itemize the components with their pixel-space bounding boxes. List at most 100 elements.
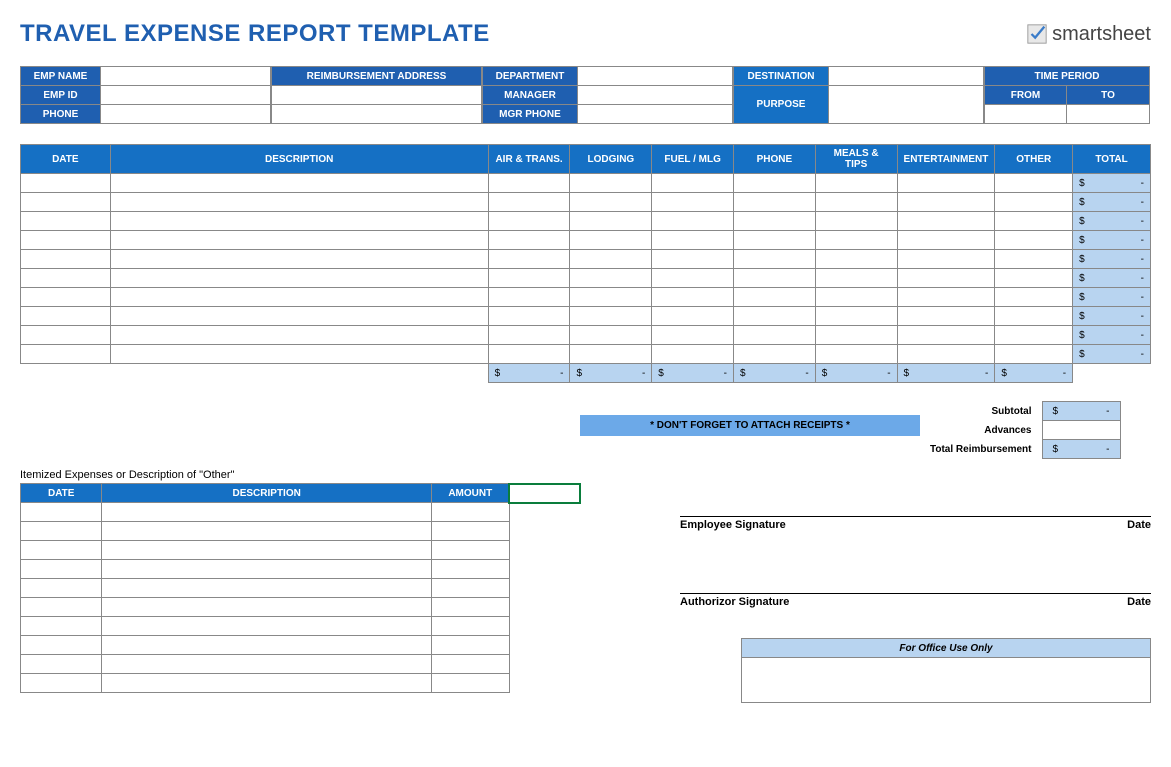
- cell[interactable]: [570, 174, 652, 193]
- cell[interactable]: [734, 231, 816, 250]
- cell[interactable]: [897, 288, 995, 307]
- cell[interactable]: [102, 522, 431, 541]
- cell[interactable]: [21, 307, 111, 326]
- cell[interactable]: [652, 269, 734, 288]
- cell[interactable]: [431, 598, 509, 617]
- cell[interactable]: [897, 307, 995, 326]
- cell[interactable]: [21, 503, 102, 522]
- cell[interactable]: [488, 174, 570, 193]
- cell[interactable]: [897, 174, 995, 193]
- cell[interactable]: [21, 674, 102, 693]
- cell[interactable]: [652, 193, 734, 212]
- cell[interactable]: [110, 345, 488, 364]
- cell[interactable]: [652, 345, 734, 364]
- cell[interactable]: [21, 269, 111, 288]
- cell[interactable]: [570, 288, 652, 307]
- cell[interactable]: [995, 174, 1073, 193]
- cell[interactable]: [21, 345, 111, 364]
- cell[interactable]: [995, 231, 1073, 250]
- cell[interactable]: [102, 617, 431, 636]
- reimb-addr-input-2[interactable]: [272, 105, 482, 124]
- cell[interactable]: [431, 503, 509, 522]
- cell[interactable]: [21, 250, 111, 269]
- cell[interactable]: [570, 345, 652, 364]
- cell[interactable]: [995, 326, 1073, 345]
- cell[interactable]: [570, 250, 652, 269]
- cell[interactable]: [488, 231, 570, 250]
- cell[interactable]: [110, 193, 488, 212]
- cell[interactable]: [652, 307, 734, 326]
- cell[interactable]: [102, 655, 431, 674]
- cell[interactable]: [734, 250, 816, 269]
- cell[interactable]: [995, 307, 1073, 326]
- cell[interactable]: [734, 345, 816, 364]
- cell[interactable]: [21, 655, 102, 674]
- cell[interactable]: [652, 212, 734, 231]
- cell[interactable]: [815, 269, 897, 288]
- cell[interactable]: [110, 212, 488, 231]
- cell[interactable]: [431, 560, 509, 579]
- cell[interactable]: [102, 636, 431, 655]
- cell[interactable]: [488, 288, 570, 307]
- cell[interactable]: [652, 288, 734, 307]
- cell[interactable]: [995, 345, 1073, 364]
- department-input[interactable]: [578, 67, 733, 86]
- cell[interactable]: [110, 307, 488, 326]
- cell[interactable]: [995, 288, 1073, 307]
- cell[interactable]: [21, 579, 102, 598]
- cell[interactable]: [897, 231, 995, 250]
- cell[interactable]: [488, 345, 570, 364]
- cell[interactable]: [897, 269, 995, 288]
- cell[interactable]: [995, 212, 1073, 231]
- emp-name-input[interactable]: [101, 67, 271, 86]
- cell[interactable]: [652, 174, 734, 193]
- phone-input[interactable]: [101, 105, 271, 124]
- cell[interactable]: [897, 326, 995, 345]
- cell[interactable]: [570, 212, 652, 231]
- cell[interactable]: [734, 288, 816, 307]
- cell[interactable]: [815, 174, 897, 193]
- cell[interactable]: [815, 193, 897, 212]
- cell[interactable]: [21, 560, 102, 579]
- cell[interactable]: [110, 326, 488, 345]
- manager-input[interactable]: [578, 86, 733, 105]
- cell[interactable]: [431, 636, 509, 655]
- cell[interactable]: [652, 326, 734, 345]
- cell[interactable]: [110, 231, 488, 250]
- cell[interactable]: [102, 560, 431, 579]
- cell[interactable]: [652, 250, 734, 269]
- cell[interactable]: [21, 288, 111, 307]
- cell[interactable]: [431, 522, 509, 541]
- to-input[interactable]: [1067, 105, 1150, 124]
- cell[interactable]: [815, 212, 897, 231]
- cell[interactable]: [488, 269, 570, 288]
- cell[interactable]: [431, 579, 509, 598]
- cell[interactable]: [431, 541, 509, 560]
- cell[interactable]: [995, 269, 1073, 288]
- auth-signature-line[interactable]: [680, 566, 1151, 594]
- cell[interactable]: [21, 193, 111, 212]
- cell[interactable]: [21, 522, 102, 541]
- cell[interactable]: [897, 345, 995, 364]
- cell[interactable]: [488, 193, 570, 212]
- advances-input[interactable]: [1042, 421, 1120, 440]
- cell[interactable]: [110, 250, 488, 269]
- cell[interactable]: [21, 617, 102, 636]
- cell[interactable]: [570, 326, 652, 345]
- cell[interactable]: [652, 231, 734, 250]
- cell[interactable]: [21, 174, 111, 193]
- cell[interactable]: [102, 503, 431, 522]
- cell[interactable]: [102, 598, 431, 617]
- cell[interactable]: [734, 307, 816, 326]
- cell[interactable]: [815, 231, 897, 250]
- cell[interactable]: [488, 250, 570, 269]
- cell[interactable]: [734, 193, 816, 212]
- cell[interactable]: [734, 212, 816, 231]
- cell[interactable]: [734, 326, 816, 345]
- emp-id-input[interactable]: [101, 86, 271, 105]
- cell[interactable]: [570, 269, 652, 288]
- cell[interactable]: [488, 307, 570, 326]
- cell[interactable]: [815, 326, 897, 345]
- purpose-input[interactable]: [829, 86, 984, 124]
- cell[interactable]: [21, 598, 102, 617]
